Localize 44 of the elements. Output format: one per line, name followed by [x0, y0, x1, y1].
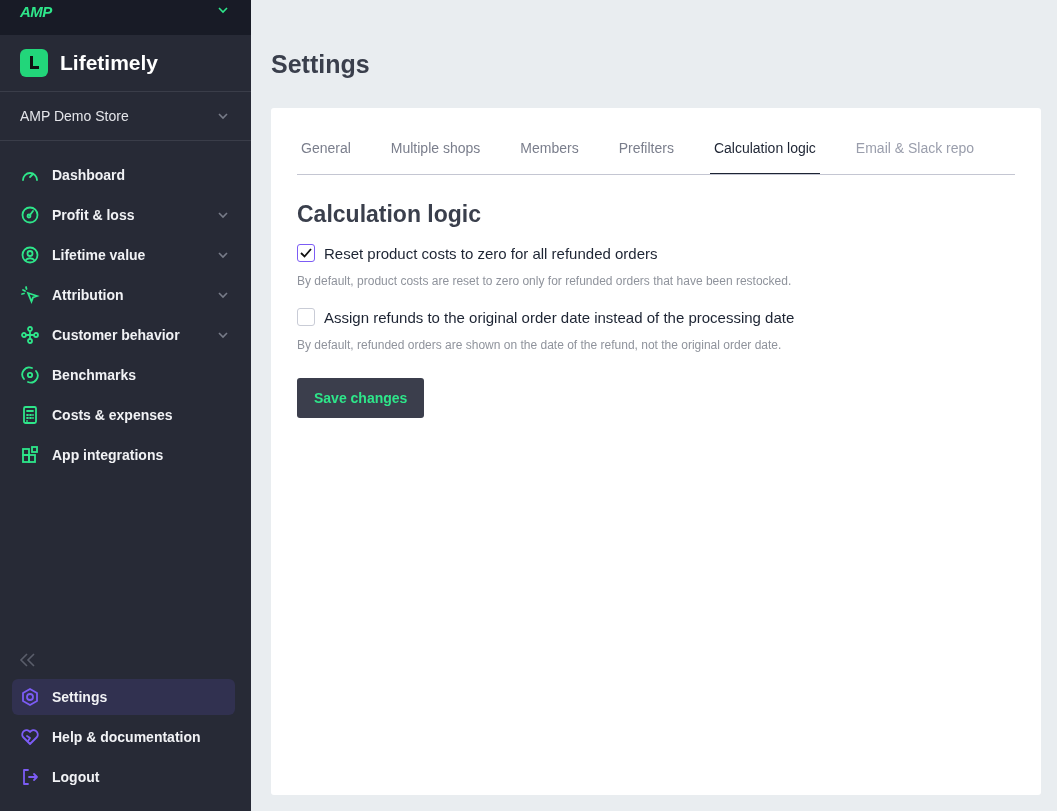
- chevron-down-icon: [217, 329, 229, 341]
- nav-item[interactable]: Dashboard: [0, 155, 251, 195]
- nodes-icon: [20, 325, 40, 345]
- option-hint: By default, product costs are reset to zero only for refunded orders that have been restocked.: [297, 274, 793, 288]
- nav-item[interactable]: Attribution: [0, 275, 251, 315]
- calculator-icon: [20, 405, 40, 425]
- section-title: Calculation logic: [297, 201, 483, 228]
- chevron-down-icon: [217, 249, 229, 261]
- save-button[interactable]: Save changes: [297, 378, 425, 418]
- logout-icon: [20, 767, 40, 787]
- checkbox[interactable]: [297, 308, 315, 326]
- chevron-down-icon[interactable]: [217, 4, 229, 16]
- heart-icon: [20, 727, 40, 747]
- nav-item[interactable]: Benchmarks: [0, 355, 251, 395]
- nav-item[interactable]: Profit & loss: [0, 195, 251, 235]
- chevron-down-icon: [217, 289, 229, 301]
- org-logo: AMP: [20, 4, 52, 20]
- cursor-click-icon: [20, 285, 40, 305]
- option-label: Assign refunds to the original order date instead of the processing date: [324, 308, 795, 326]
- nav-item[interactable]: Help & documentation: [12, 719, 235, 755]
- tab[interactable]: Prefilters: [614, 130, 694, 174]
- tab[interactable]: Calculation logic: [709, 130, 820, 174]
- nav-item[interactable]: Customer behavior: [0, 315, 251, 355]
- app-logo-icon: [20, 49, 48, 77]
- tab[interactable]: Multiple shops: [386, 130, 501, 174]
- chevron-down-icon: [217, 110, 229, 122]
- app-name: Lifetimely: [60, 51, 159, 75]
- nav-item[interactable]: App integrations: [0, 435, 251, 475]
- option-label: Reset product costs to zero for all refunded orders: [324, 244, 658, 262]
- option-hint: By default, refunded orders are shown on the date of the refund, not the original order date.: [297, 338, 783, 352]
- nav-item[interactable]: Costs & expenses: [0, 395, 251, 435]
- tab[interactable]: General: [297, 130, 371, 174]
- hexagon-icon: [20, 687, 40, 707]
- page-title: Settings: [271, 49, 371, 79]
- orbit-icon: [20, 365, 40, 385]
- user-circle-icon: [20, 245, 40, 265]
- tab[interactable]: Members: [516, 130, 599, 174]
- nav-item[interactable]: Lifetime value: [0, 235, 251, 275]
- grid-blocks-icon: [20, 445, 40, 465]
- nav-item[interactable]: Logout: [12, 759, 235, 795]
- target-icon: [20, 205, 40, 225]
- chevron-down-icon: [217, 209, 229, 221]
- checkbox[interactable]: [297, 244, 315, 262]
- nav-item[interactable]: Settings: [12, 679, 235, 715]
